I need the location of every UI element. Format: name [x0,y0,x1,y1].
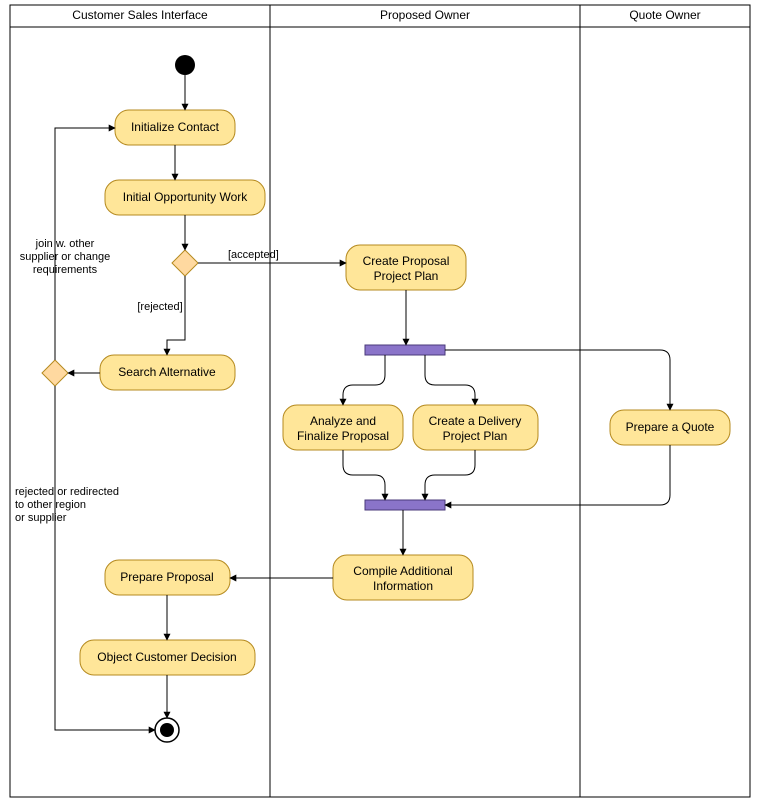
label-redirect-l3: or supplier [15,512,67,524]
svg-text:Analyze and: Analyze and [310,414,376,428]
activity-initialize-contact: Initialize Contact [115,110,235,145]
svg-text:Project Plan: Project Plan [443,429,508,443]
svg-text:Initial Opportunity Work: Initial Opportunity Work [123,190,248,204]
label-join-l2: supplier or change [20,251,111,263]
initial-node [175,55,195,75]
label-join-l3: requirements [33,264,98,276]
svg-text:Information: Information [373,579,433,593]
svg-text:Search Alternative: Search Alternative [118,365,216,379]
label-redirect-l1: rejected or redirected [15,486,119,498]
activity-prepare-quote: Prepare a Quote [610,410,730,445]
svg-text:Project Plan: Project Plan [374,269,439,283]
activity-analyze-finalize-proposal: Analyze and Finalize Proposal [283,405,403,450]
svg-text:Object Customer Decision: Object Customer Decision [97,650,236,664]
activity-diagram: Customer Sales Interface Proposed Owner … [0,0,761,809]
label-join-l1: join w. other [35,238,95,250]
label-rejected: [rejected] [137,301,182,313]
activity-initial-opportunity-work: Initial Opportunity Work [105,180,265,215]
activity-create-delivery-plan: Create a Delivery Project Plan [413,405,538,450]
svg-text:Create a Delivery: Create a Delivery [429,414,522,428]
lane-title-customer-sales: Customer Sales Interface [72,8,208,22]
activity-create-proposal-plan: Create Proposal Project Plan [346,245,466,290]
label-accepted: [accepted] [228,249,279,261]
svg-text:Create Proposal: Create Proposal [363,254,450,268]
activity-prepare-proposal: Prepare Proposal [105,560,230,595]
svg-text:Finalize Proposal: Finalize Proposal [297,429,389,443]
activity-compile-additional-info: Compile Additional Information [333,555,473,600]
fork-bar [365,345,445,355]
activity-search-alternative: Search Alternative [100,355,235,390]
activity-object-customer-decision: Object Customer Decision [80,640,255,675]
svg-text:Prepare Proposal: Prepare Proposal [120,570,213,584]
lane-title-proposed-owner: Proposed Owner [380,8,470,22]
final-node [155,718,179,742]
label-redirect-l2: to other region [15,499,86,511]
svg-text:Prepare a Quote: Prepare a Quote [626,420,715,434]
lane-title-quote-owner: Quote Owner [629,8,700,22]
svg-text:Compile Additional: Compile Additional [353,564,452,578]
svg-text:Initialize Contact: Initialize Contact [131,120,220,134]
join-bar [365,500,445,510]
